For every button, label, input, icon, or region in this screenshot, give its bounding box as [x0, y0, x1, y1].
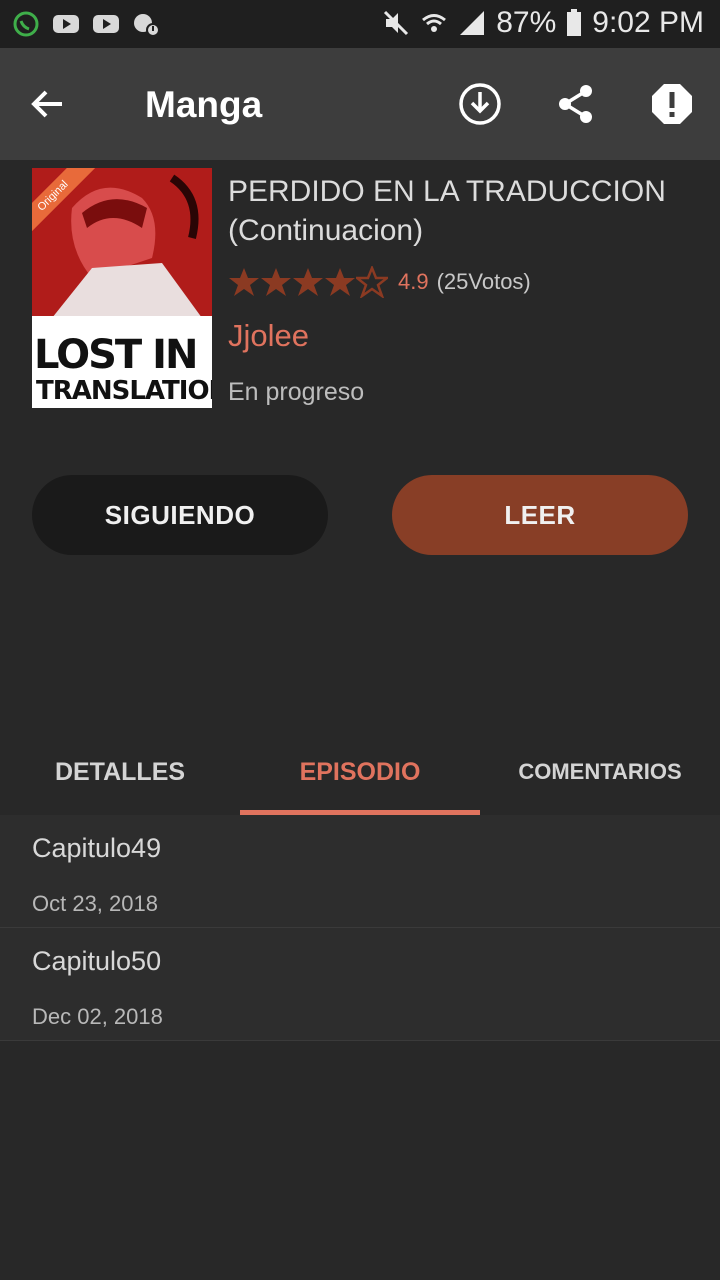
report-icon[interactable]	[650, 82, 694, 126]
episode-title: Capitulo49	[32, 833, 162, 863]
tab-episodes[interactable]: EPISODIO	[240, 730, 480, 814]
battery-icon	[567, 9, 582, 36]
wifi-icon	[422, 14, 447, 32]
rating-votes: (25Votos)	[436, 269, 531, 294]
back-arrow-icon[interactable]	[28, 84, 68, 124]
rating-stars	[228, 266, 388, 298]
battery-percent: 87%	[496, 6, 557, 39]
voicemail-icon	[134, 14, 160, 37]
page-title: Manga	[145, 84, 263, 125]
following-button[interactable]: SIGUIENDO	[32, 475, 328, 555]
star-filled-icon	[293, 268, 323, 296]
cover-image: Original LOST IN TRANSLATION	[32, 168, 212, 408]
status-bar: 87% 9:02 PM	[0, 0, 720, 48]
list-item[interactable]: Capitulo49 Oct 23, 2018	[0, 815, 720, 928]
manga-title-line1: PERDIDO EN LA TRADUCCION	[228, 175, 666, 208]
mute-icon	[384, 10, 409, 36]
clock: 9:02 PM	[592, 6, 704, 39]
download-icon[interactable]	[458, 82, 502, 126]
star-filled-icon	[325, 268, 355, 296]
tab-details[interactable]: DETALLES	[0, 730, 240, 814]
tab-comments[interactable]: COMENTARIOS	[480, 730, 720, 814]
whatsapp-icon	[13, 11, 39, 37]
rating: 4.9 (25Votos)	[228, 264, 531, 300]
youtube-icon	[93, 15, 119, 33]
publication-status: En progreso	[228, 378, 365, 406]
episode-list: Capitulo49 Oct 23, 2018 Capitulo50 Dec 0…	[0, 815, 720, 1041]
episode-title: Capitulo50	[32, 946, 162, 976]
author-link[interactable]: Jjolee	[228, 318, 309, 354]
share-icon[interactable]	[554, 82, 598, 126]
star-filled-icon	[261, 268, 291, 296]
list-item[interactable]: Capitulo50 Dec 02, 2018	[0, 928, 720, 1041]
app-toolbar: Manga	[0, 48, 720, 160]
cover-title-line1: LOST IN	[34, 332, 198, 378]
episode-date: Dec 02, 2018	[32, 1004, 163, 1029]
star-filled-icon	[229, 268, 259, 296]
read-button[interactable]: LEER	[392, 475, 688, 555]
signal-icon	[460, 11, 485, 35]
star-empty-icon	[356, 266, 388, 298]
rating-value: 4.9	[398, 269, 429, 294]
manga-title: PERDIDO EN LA TRADUCCION (Continuacion)	[228, 172, 698, 250]
episode-date: Oct 23, 2018	[32, 891, 158, 916]
cover-title-line2: TRANSLATION	[36, 376, 212, 406]
youtube-icon	[53, 15, 79, 33]
manga-title-line2: (Continuacion)	[228, 214, 424, 247]
tab-bar: DETALLES EPISODIO COMENTARIOS	[0, 730, 720, 814]
